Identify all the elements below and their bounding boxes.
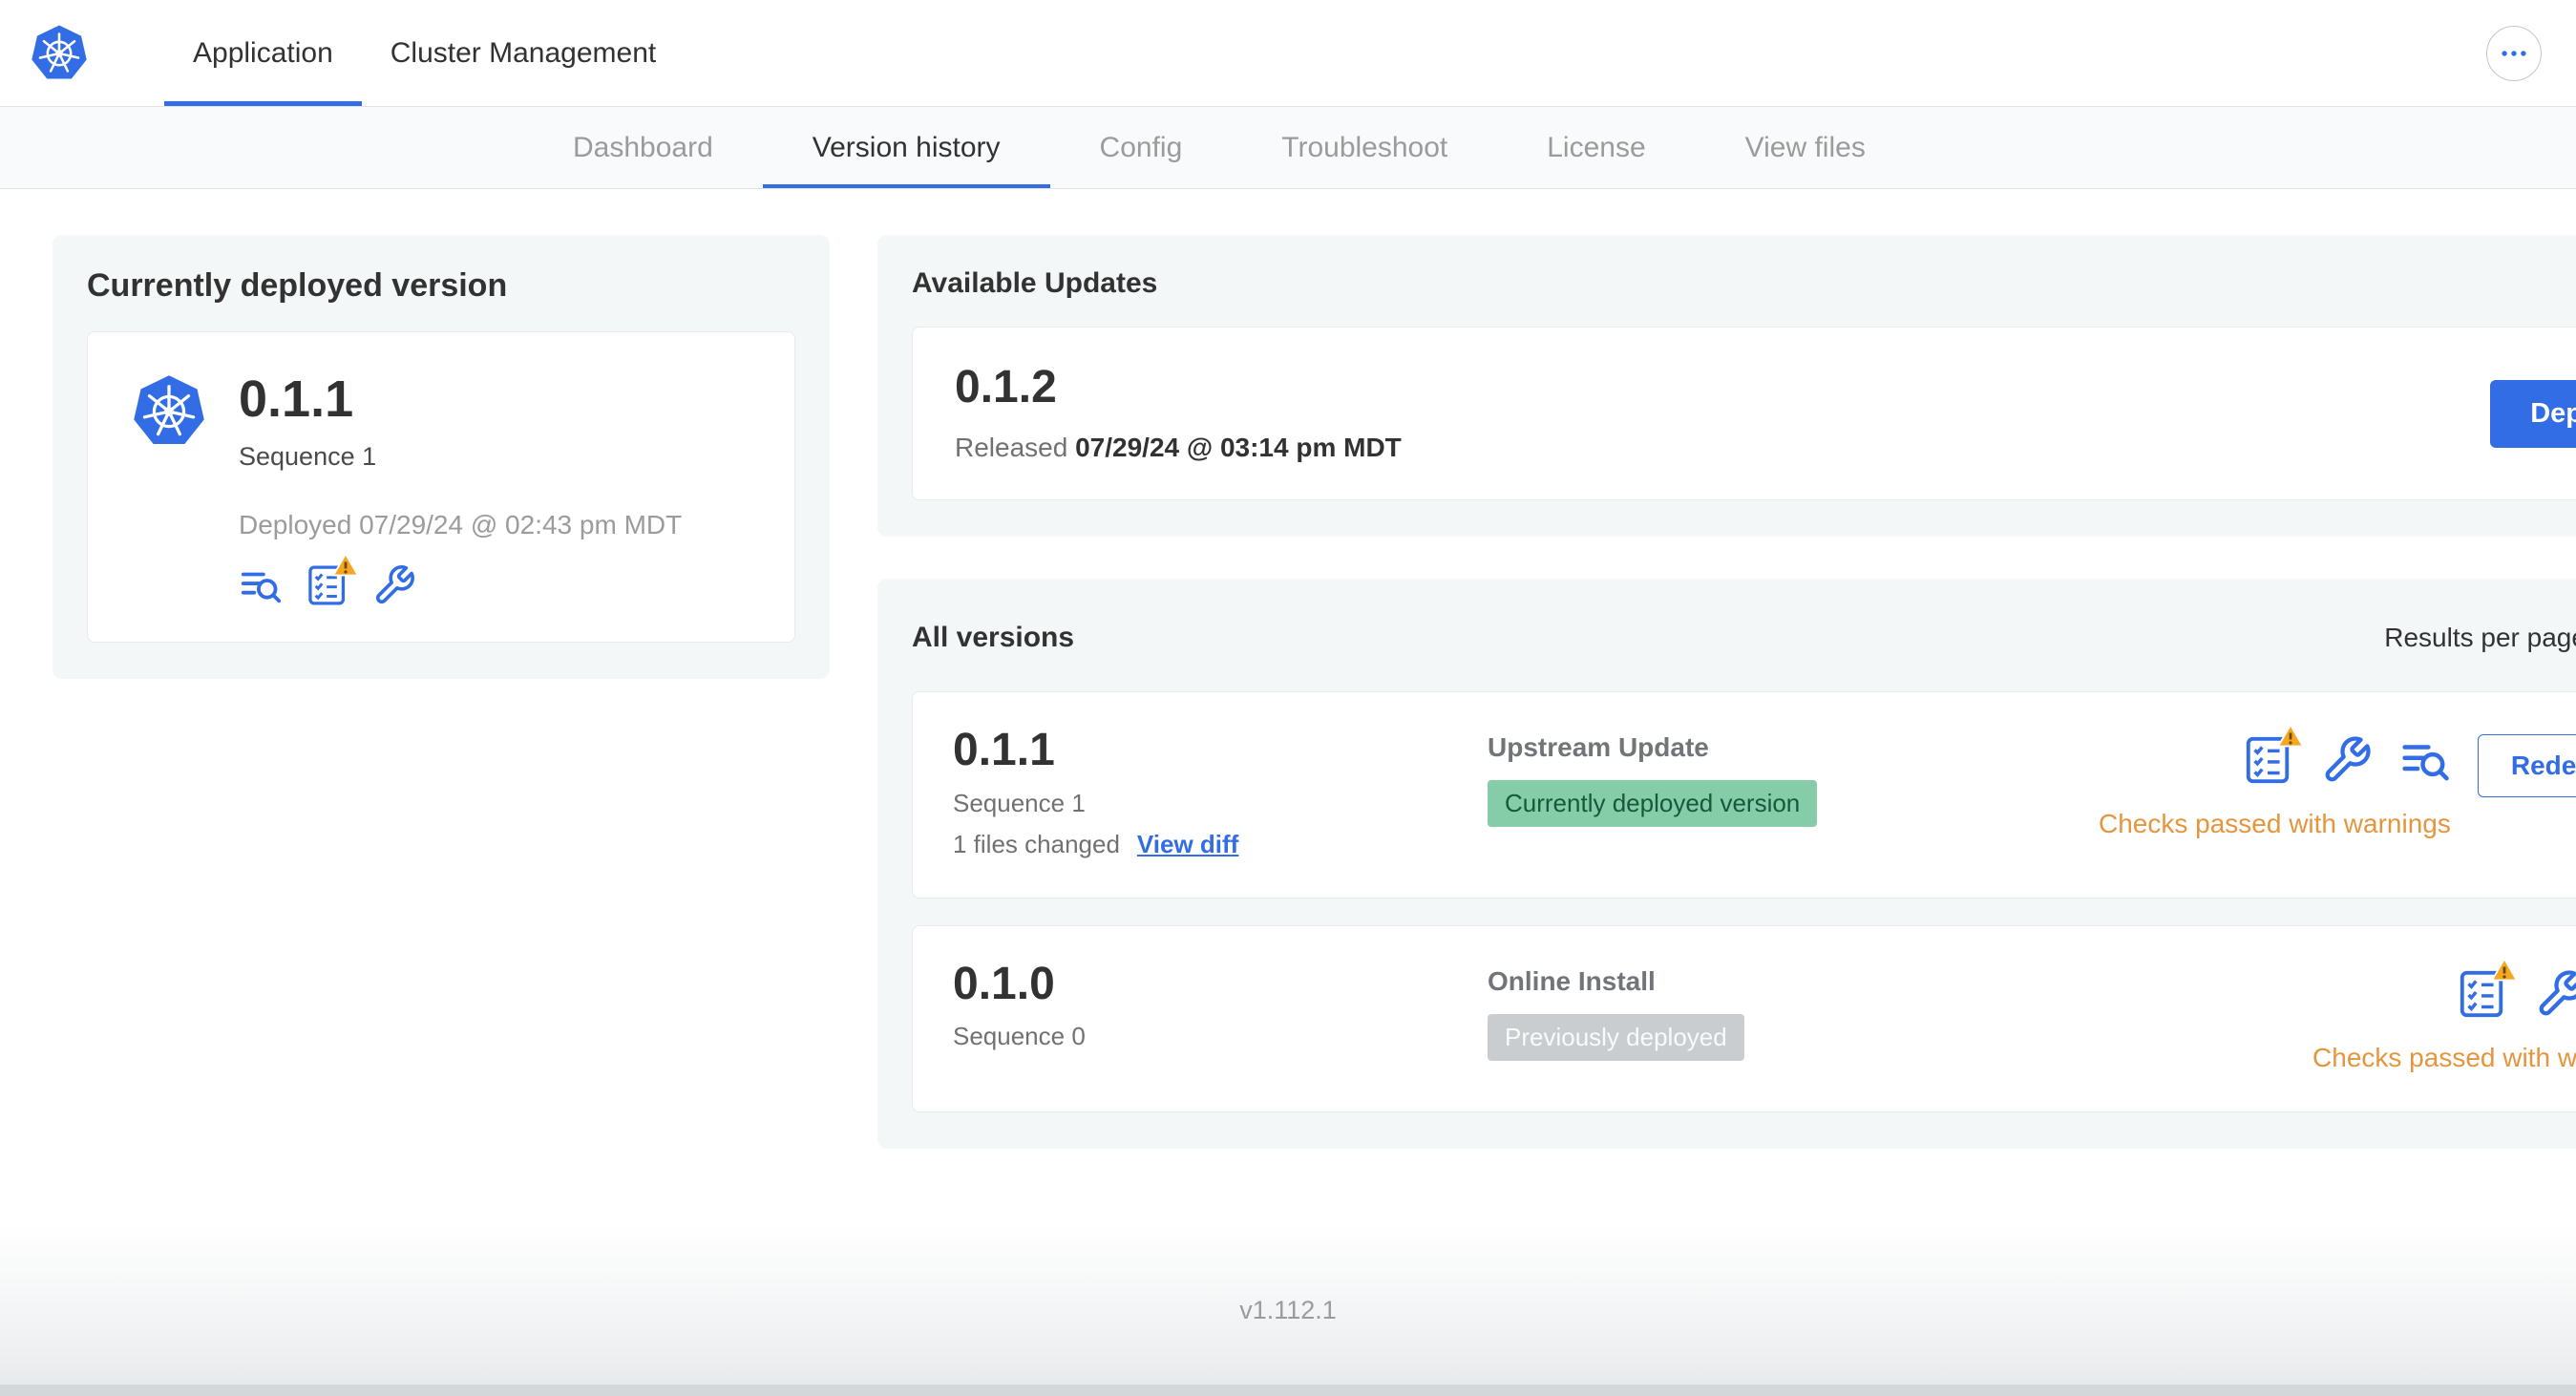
warning-triangle-icon: [332, 552, 359, 579]
ellipsis-icon: [2498, 37, 2530, 70]
redeploy-button[interactable]: Redeploy: [2477, 734, 2576, 798]
currently-deployed-version-card: 0.1.1 Sequence 1 Deployed 07/29/24 @ 02:…: [87, 331, 795, 643]
row-source-label: Online Install: [1488, 965, 1656, 996]
config-wrench-icon[interactable]: [2535, 968, 2576, 1020]
view-diff-link[interactable]: View diff: [1137, 830, 1238, 859]
app-subnav: Dashboard Version history Config Trouble…: [0, 107, 2576, 189]
deploy-logs-icon[interactable]: [239, 563, 283, 607]
released-date: 07/29/24 @ 03:14 pm MDT: [1075, 433, 1402, 463]
row-version-number: 0.1.1: [953, 725, 1055, 776]
preflight-checks-warning-icon[interactable]: [2457, 968, 2508, 1020]
status-badge: Previously deployed: [1488, 1013, 1744, 1061]
kubernetes-logo: [29, 0, 90, 106]
top-nav: Application Cluster Management: [164, 0, 685, 106]
console-version: v1.112.1: [1239, 1295, 1337, 1324]
checks-status-text: Checks passed with warnings: [2312, 1042, 2576, 1072]
more-options-button[interactable]: [2486, 25, 2542, 81]
warning-triangle-icon: [2491, 957, 2518, 984]
status-badge: Currently deployed version: [1488, 780, 1818, 828]
nav-cluster-management[interactable]: Cluster Management: [362, 0, 685, 106]
tab-dashboard[interactable]: Dashboard: [523, 107, 763, 188]
warning-triangle-icon: [2277, 723, 2304, 750]
main-content: Currently deployed version 0.1.1 Sequenc…: [0, 189, 2576, 1149]
files-changed-label: 1 files changed: [953, 829, 1120, 858]
config-wrench-icon[interactable]: [372, 563, 416, 607]
available-update-row: 0.1.2 Released 07/29/24 @ 03:14 pm MDT D…: [912, 327, 2576, 501]
left-column: Currently deployed version 0.1.1 Sequenc…: [53, 235, 830, 679]
row-sequence: Sequence 0: [953, 1022, 1086, 1051]
current-version-actions: [239, 563, 752, 607]
all-versions-title: All versions: [912, 622, 1075, 654]
deploy-logs-icon[interactable]: [2399, 734, 2451, 786]
tab-troubleshoot[interactable]: Troubleshoot: [1232, 107, 1497, 188]
update-released-date: Released 07/29/24 @ 03:14 pm MDT: [955, 433, 1402, 463]
current-version-number: 0.1.1: [239, 370, 354, 428]
right-column: Available Updates 0.1.2 Released 07/29/2…: [877, 235, 2576, 1149]
row-sequence: Sequence 1: [953, 788, 1086, 817]
all-versions-card: All versions Results per page: 20 0.1.1 …: [877, 579, 2576, 1149]
tab-config[interactable]: Config: [1050, 107, 1233, 188]
released-prefix: Released: [955, 433, 1068, 463]
config-wrench-icon[interactable]: [2321, 734, 2373, 786]
available-updates-title: Available Updates: [912, 267, 1158, 299]
row-version-number: 0.1.0: [953, 958, 1055, 1009]
row-source-label: Upstream Update: [1488, 732, 1709, 763]
page-footer: v1.112.1: [0, 1224, 2576, 1396]
checks-status-text: Checks passed with warnings: [2099, 809, 2451, 839]
row-action-icons: [2457, 968, 2576, 1020]
preflight-checks-warning-icon[interactable]: [2243, 734, 2294, 786]
results-per-page-label: Results per page:: [2384, 623, 2576, 653]
version-row: 0.1.1 Sequence 1 1 files changed View di…: [912, 691, 2576, 899]
current-version-deployed-date: Deployed 07/29/24 @ 02:43 pm MDT: [239, 509, 683, 539]
row-action-icons: [2243, 734, 2451, 786]
available-updates-card: Available Updates 0.1.2 Released 07/29/2…: [877, 235, 2576, 538]
nav-application[interactable]: Application: [164, 0, 362, 106]
tab-view-files[interactable]: View files: [1696, 107, 1915, 188]
results-per-page: Results per page: 20: [2384, 611, 2576, 665]
currently-deployed-title: Currently deployed version: [87, 267, 508, 304]
tab-version-history[interactable]: Version history: [762, 107, 1050, 188]
update-version-number: 0.1.2: [955, 362, 1057, 412]
deploy-button[interactable]: Deploy: [2490, 379, 2576, 448]
top-header: Application Cluster Management: [0, 0, 2576, 107]
bottom-strip: [0, 1385, 2576, 1396]
preflight-checks-warning-icon[interactable]: [306, 563, 349, 607]
version-row: 0.1.0 Sequence 0 Online Install Previous…: [912, 924, 2576, 1112]
tab-license[interactable]: License: [1497, 107, 1695, 188]
currently-deployed-card: Currently deployed version 0.1.1 Sequenc…: [53, 235, 830, 679]
kubernetes-app-icon: [130, 372, 208, 455]
current-version-sequence: Sequence 1: [239, 441, 377, 471]
